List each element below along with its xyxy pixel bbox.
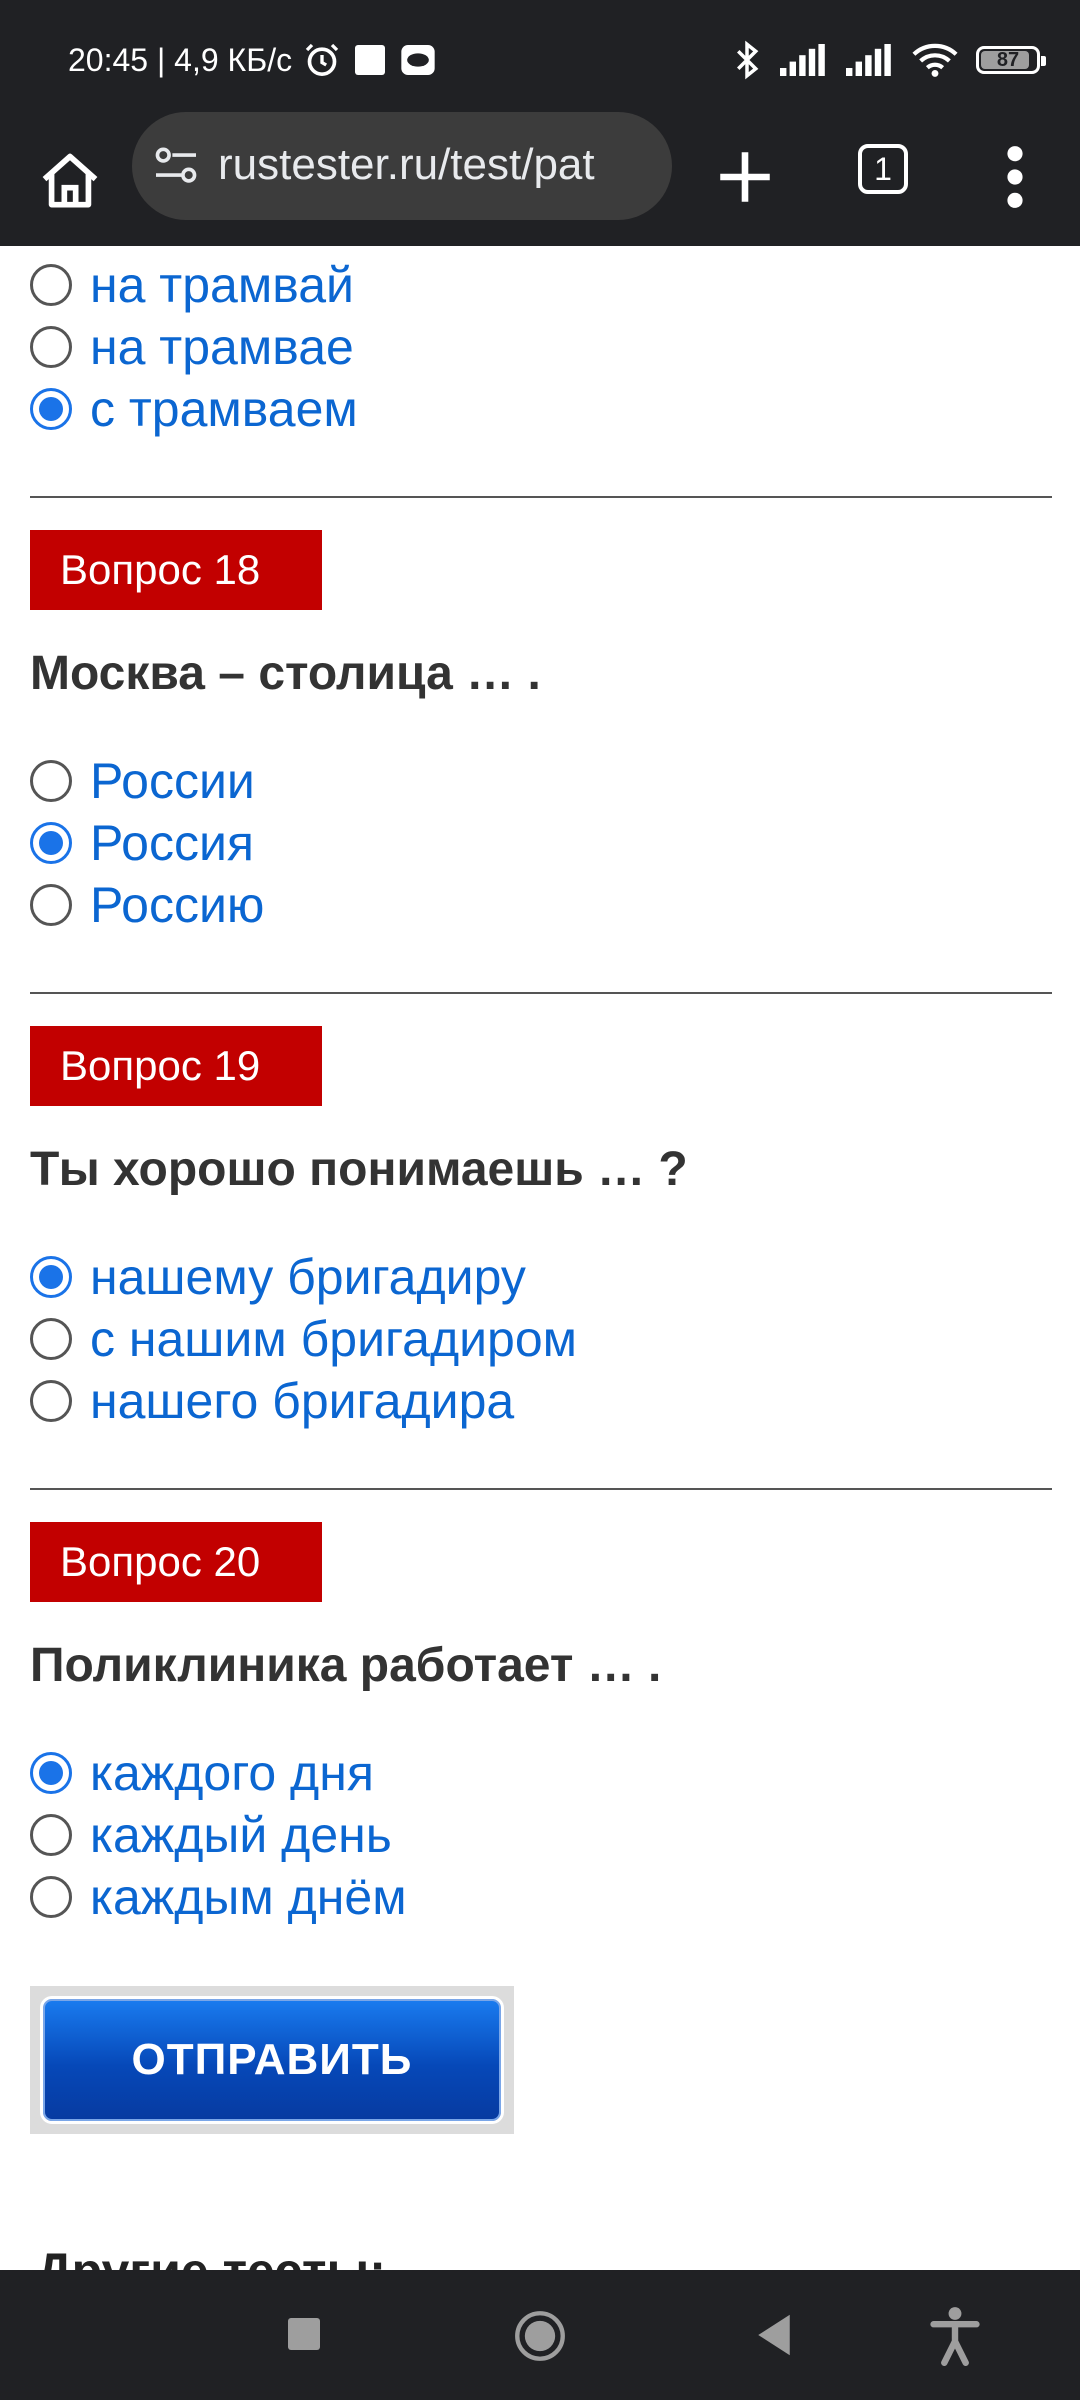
question-badge-19: Вопрос 19 bbox=[30, 1026, 322, 1106]
tab-switcher-button[interactable]: 1 bbox=[858, 144, 908, 194]
new-tab-icon[interactable] bbox=[712, 144, 778, 210]
option-label[interactable]: каждым днём bbox=[90, 1868, 407, 1926]
question-title-18: Москва – столица … . bbox=[30, 647, 541, 700]
signal-icon bbox=[780, 44, 825, 76]
option-label[interactable]: России bbox=[90, 752, 255, 810]
option-row[interactable]: на трамвай bbox=[30, 254, 358, 316]
bluetooth-icon bbox=[737, 40, 759, 80]
tab-count: 1 bbox=[874, 150, 892, 187]
question-title-19: Ты хорошо понимаешь … ? bbox=[30, 1143, 688, 1196]
radio-button[interactable] bbox=[30, 1814, 72, 1856]
option-row[interactable]: каждый день bbox=[30, 1804, 407, 1866]
question-badge-20: Вопрос 20 bbox=[30, 1522, 322, 1602]
site-settings-icon[interactable] bbox=[154, 146, 198, 186]
radio-button-checked[interactable] bbox=[30, 822, 72, 864]
signal-icon-2 bbox=[846, 44, 891, 76]
option-row[interactable]: с нашим бригадиром bbox=[30, 1308, 577, 1370]
radio-button-checked[interactable] bbox=[30, 1256, 72, 1298]
question-title-20: Поликлиника работает … . bbox=[30, 1639, 662, 1692]
wifi-icon bbox=[912, 43, 958, 77]
radio-button[interactable] bbox=[30, 264, 72, 306]
battery-level: 87 bbox=[996, 48, 1020, 71]
option-label[interactable]: на трамвае bbox=[90, 318, 354, 376]
option-row[interactable]: Россию bbox=[30, 874, 264, 936]
option-label[interactable]: каждый день bbox=[90, 1806, 392, 1864]
browser-toolbar: rustester.ru/test/pat 1 bbox=[0, 112, 1080, 246]
notification-square-icon bbox=[355, 45, 386, 75]
option-label[interactable]: Россию bbox=[90, 876, 264, 934]
option-label[interactable]: Россия bbox=[90, 814, 254, 872]
option-label[interactable]: с нашим бригадиром bbox=[90, 1310, 577, 1368]
option-row[interactable]: с трамваем bbox=[30, 378, 358, 440]
status-bar: 20:45 | 4,9 КБ/с 87 bbox=[0, 0, 1080, 118]
option-row[interactable]: России bbox=[30, 750, 264, 812]
status-time-speed: 20:45 | 4,9 КБ/с bbox=[68, 42, 293, 78]
radio-button-checked[interactable] bbox=[30, 1752, 72, 1794]
question-badge-18: Вопрос 18 bbox=[30, 530, 322, 610]
home-icon[interactable] bbox=[36, 148, 104, 216]
system-nav-bar bbox=[0, 2270, 1080, 2400]
question-20-options: каждого дня каждый день каждым днём bbox=[30, 1742, 407, 1928]
back-icon[interactable] bbox=[756, 2312, 792, 2358]
question-18-options: России Россия Россию bbox=[30, 750, 264, 936]
submit-button[interactable]: ОТПРАВИТЬ bbox=[40, 1996, 504, 2124]
question-19-options: нашему бригадиру с нашим бригадиром наше… bbox=[30, 1246, 577, 1432]
option-label[interactable]: с трамваем bbox=[90, 380, 358, 438]
radio-button[interactable] bbox=[30, 884, 72, 926]
submit-button-frame: ОТПРАВИТЬ bbox=[30, 1986, 514, 2134]
option-row[interactable]: каждого дня bbox=[30, 1742, 407, 1804]
status-right: 87 bbox=[732, 34, 1046, 86]
option-row[interactable]: нашего бригадира bbox=[30, 1370, 577, 1432]
more-menu-icon[interactable] bbox=[1000, 142, 1030, 212]
divider bbox=[30, 992, 1052, 994]
option-row[interactable]: Россия bbox=[30, 812, 264, 874]
option-label[interactable]: нашему бригадиру bbox=[90, 1248, 526, 1306]
divider bbox=[30, 496, 1052, 498]
page-content: на трамвай на трамвае с трамваем Вопрос … bbox=[0, 246, 1080, 2270]
option-label[interactable]: каждого дня bbox=[90, 1744, 374, 1802]
radio-button[interactable] bbox=[30, 326, 72, 368]
radio-button[interactable] bbox=[30, 1380, 72, 1422]
radio-button[interactable] bbox=[30, 1318, 72, 1360]
radio-button-checked[interactable] bbox=[30, 388, 72, 430]
status-left: 20:45 | 4,9 КБ/с bbox=[68, 36, 438, 84]
divider bbox=[30, 1488, 1052, 1490]
option-label[interactable]: нашего бригадира bbox=[90, 1372, 514, 1430]
radio-button[interactable] bbox=[30, 1876, 72, 1918]
alarm-icon bbox=[305, 43, 339, 76]
address-bar[interactable]: rustester.ru/test/pat bbox=[132, 112, 672, 220]
prev-question-options: на трамвай на трамвае с трамваем bbox=[30, 254, 358, 440]
recents-icon[interactable] bbox=[288, 2318, 320, 2350]
nav-home-icon[interactable] bbox=[514, 2310, 566, 2362]
battery-icon: 87 bbox=[976, 46, 1046, 74]
option-row[interactable]: на трамвае bbox=[30, 316, 358, 378]
option-row[interactable]: каждым днём bbox=[30, 1866, 407, 1928]
option-row[interactable]: нашему бригадиру bbox=[30, 1246, 577, 1308]
option-label[interactable]: на трамвай bbox=[90, 256, 354, 314]
notification-app-icon bbox=[401, 45, 435, 75]
other-tests-heading: Другие тесты: bbox=[36, 2242, 386, 2270]
accessibility-icon[interactable] bbox=[928, 2306, 982, 2366]
url-text[interactable]: rustester.ru/test/pat bbox=[218, 140, 658, 190]
radio-button[interactable] bbox=[30, 760, 72, 802]
